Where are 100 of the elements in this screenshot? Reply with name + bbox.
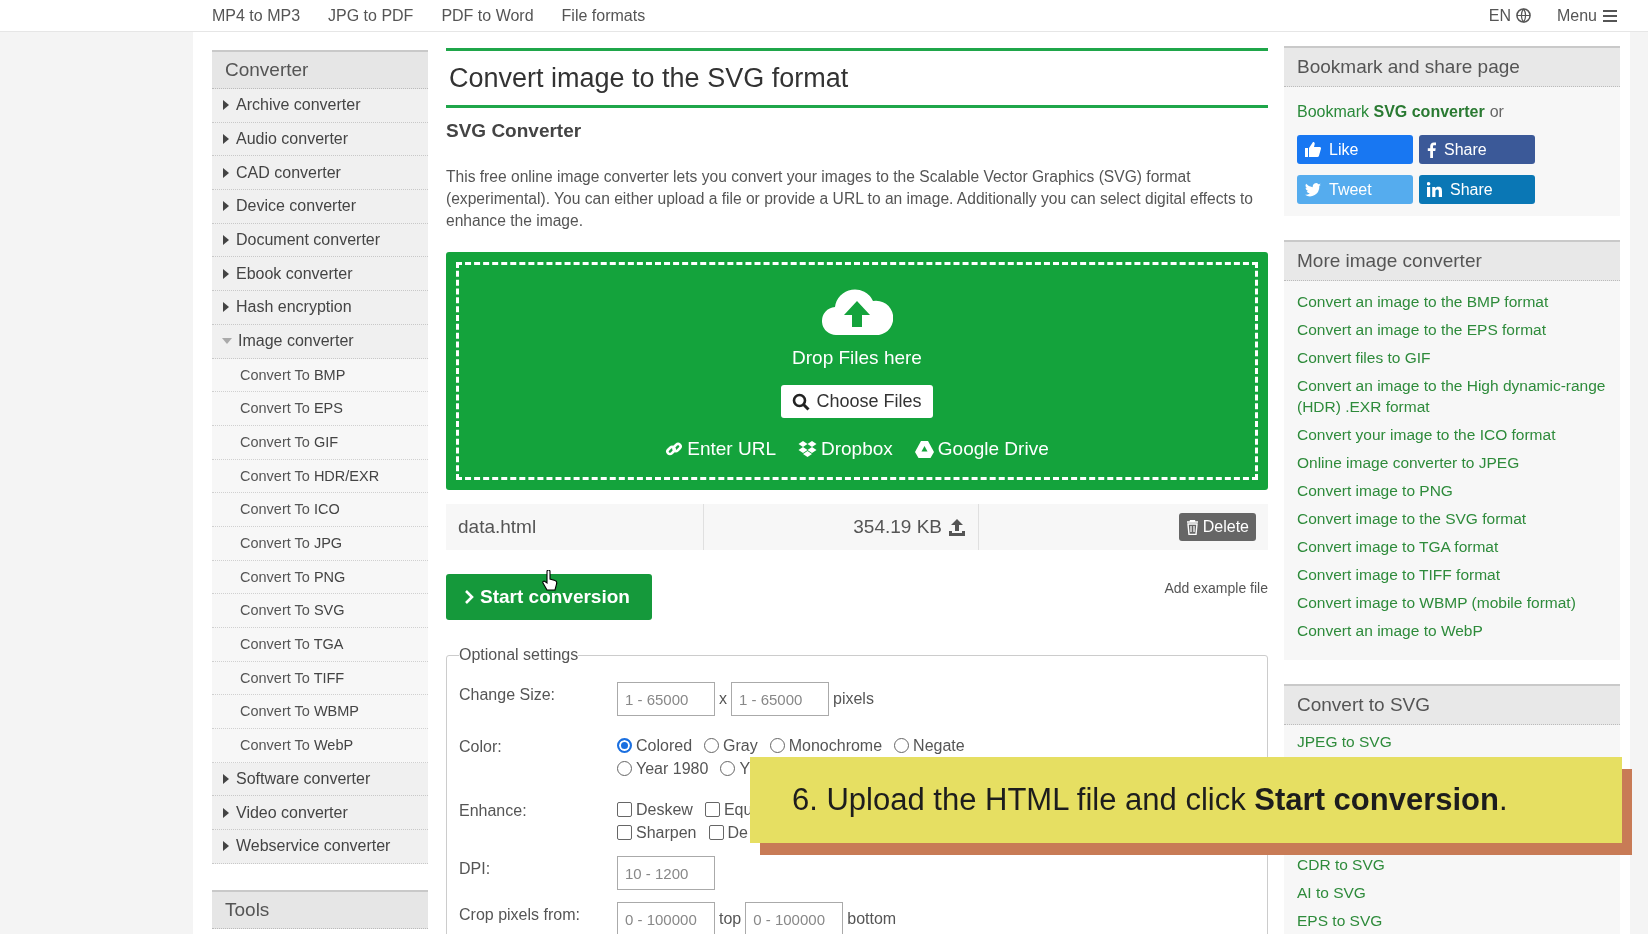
radio-option[interactable]: Y (720, 759, 751, 778)
converter-link[interactable]: Convert image to TIFF format (1297, 564, 1607, 585)
unit-text: pixels (833, 690, 874, 708)
like-button[interactable]: Like (1297, 135, 1413, 164)
radio-option[interactable]: Monochrome (769, 736, 883, 755)
radio-option[interactable]: Gray (704, 736, 758, 755)
sidebar-subitem[interactable]: Convert To SVG (212, 594, 428, 628)
converter-link[interactable]: CDR to SVG (1297, 854, 1385, 875)
checkbox-option[interactable]: De (708, 823, 748, 842)
nav-link[interactable]: File formats (561, 6, 646, 25)
setting-label: DPI: (459, 859, 492, 879)
number-field[interactable]: 1 - 65000 (617, 682, 715, 716)
sidebar-item[interactable]: Hash encryption (212, 291, 428, 325)
number-field[interactable]: 1 - 65000 (731, 682, 829, 716)
sidebar-subitem[interactable]: Convert To EPS (212, 392, 428, 426)
language-selector[interactable]: EN (1488, 6, 1531, 25)
converter-link[interactable]: Convert files to GIF (1297, 347, 1607, 368)
converter-link[interactable]: Convert your image to the ICO format (1297, 424, 1607, 445)
hand-cursor-icon (542, 570, 558, 592)
converter-link[interactable]: Online image converter to JPEG (1297, 452, 1607, 473)
radio-button[interactable] (617, 761, 632, 776)
checkbox[interactable] (617, 825, 632, 840)
radio-option[interactable]: Colored (617, 736, 693, 755)
drop-zone[interactable]: Drop Files here Choose Files Enter URL Dropbox Google Drive (446, 252, 1268, 490)
search-icon (792, 392, 811, 411)
page-title: Convert image to the SVG format (446, 48, 1268, 108)
sidebar-subitem[interactable]: Convert To GIF (212, 425, 428, 460)
number-field[interactable]: 0 - 100000 (617, 902, 715, 934)
converter-link[interactable]: Convert an image to the BMP format (1297, 291, 1607, 312)
sidebar-subitem[interactable]: Convert To PNG (212, 560, 428, 595)
checkbox[interactable] (617, 802, 632, 817)
sidebar-item[interactable]: Ebook converter (212, 257, 428, 292)
menu-icon (1602, 8, 1618, 23)
radio-button[interactable] (617, 738, 632, 753)
number-field[interactable]: 10 - 1200 (617, 856, 715, 890)
converter-link[interactable]: Convert an image to WebP (1297, 620, 1607, 641)
unit-text: top (719, 910, 742, 928)
sidebar-subitem[interactable]: Convert To WBMP (212, 695, 428, 730)
sidebar-item[interactable]: Archive converter (212, 89, 428, 123)
globe-icon (1515, 8, 1531, 23)
sidebar-item[interactable]: Webservice converter (212, 830, 428, 864)
nav-link[interactable]: MP4 to MP3 (212, 6, 301, 25)
sidebar-item[interactable]: Video converter (212, 796, 428, 831)
start-conversion-button[interactable]: Start conversion (446, 574, 652, 620)
delete-button[interactable]: Delete (1178, 513, 1256, 541)
radio-option[interactable]: Negate (894, 736, 965, 755)
choose-files-button[interactable]: Choose Files (781, 385, 933, 418)
nav-link[interactable]: PDF to Word (441, 6, 534, 25)
share-button[interactable]: Share (1419, 135, 1535, 164)
radio-button[interactable] (894, 738, 910, 753)
add-example-link[interactable]: Add example file (1164, 580, 1268, 596)
converter-link[interactable]: JPEG to SVG (1297, 731, 1392, 752)
number-field[interactable]: 0 - 100000 (745, 902, 844, 934)
sidebar-item[interactable]: Document converter (212, 223, 428, 258)
setting-label: Change Size: (459, 685, 557, 705)
setting-label: Crop pixels from: (459, 905, 581, 925)
converter-link[interactable]: Convert image to PNG (1297, 480, 1607, 501)
sidebar-subitem[interactable]: Convert To TIFF (212, 661, 428, 696)
trash-icon (1185, 519, 1199, 535)
radio-button[interactable] (704, 738, 720, 753)
sidebar-subitem[interactable]: Convert To TGA (212, 628, 428, 662)
converter-link[interactable]: Convert image to WBMP (mobile format) (1297, 592, 1607, 613)
sidebar-item[interactable]: Software converter (212, 762, 428, 797)
thumbs-up-icon (1305, 142, 1321, 157)
link-icon (665, 440, 684, 458)
radio-button[interactable] (720, 761, 736, 776)
setting-label: Enhance: (459, 801, 528, 821)
radio-option[interactable]: Year 1980 (617, 759, 709, 778)
sidebar-item[interactable]: Image converter (212, 324, 428, 359)
converter-link[interactable]: EPS to SVG (1297, 910, 1383, 931)
sidebar-subitem[interactable]: Convert To HDR/EXR (212, 459, 428, 494)
sidebar-item[interactable]: CAD converter (212, 156, 428, 191)
checkbox[interactable] (708, 825, 724, 840)
bookmark-link[interactable]: Bookmark SVG converter (1297, 103, 1485, 121)
bookmark-text: or (1489, 103, 1504, 121)
chevron-icon (464, 589, 474, 605)
sidebar-item[interactable]: Audio converter (212, 122, 428, 157)
radio-button[interactable] (769, 738, 785, 753)
converter-link[interactable]: Convert image to TGA format (1297, 536, 1607, 557)
sidebar-subitem[interactable]: Convert To BMP (212, 358, 428, 393)
sidebar-subitem[interactable]: Convert To ICO (212, 493, 428, 527)
converter-link[interactable]: Convert image to the SVG format (1297, 508, 1607, 529)
converter-link[interactable]: Convert an image to the EPS format (1297, 319, 1607, 340)
share-button[interactable]: Share (1419, 175, 1535, 204)
sidebar-subitem[interactable]: Convert To JPG (212, 526, 428, 561)
unit-text: bottom (847, 910, 897, 928)
caption-text: 6. Upload the HTML file and click Start conversion. (792, 782, 1508, 818)
sidebar-subitem[interactable]: Convert To WebP (212, 729, 428, 763)
checkbox-option[interactable]: Deskew (617, 800, 693, 819)
linkedin-icon (1427, 182, 1442, 197)
nav-link[interactable]: JPG to PDF (328, 6, 414, 25)
checkbox-option[interactable]: Sharpen (617, 823, 697, 842)
panel-heading: More image converter (1284, 240, 1620, 281)
menu-button[interactable]: Menu (1556, 6, 1618, 25)
converter-link[interactable]: AI to SVG (1297, 882, 1366, 903)
sidebar-item[interactable]: Device converter (212, 190, 428, 224)
bird-icon (1305, 182, 1321, 197)
checkbox[interactable] (704, 802, 720, 817)
section-heading: SVG Converter (446, 120, 583, 142)
converter-link[interactable]: Convert an image to the High dynamic-range (HDR) .EXR format (1297, 375, 1607, 417)
